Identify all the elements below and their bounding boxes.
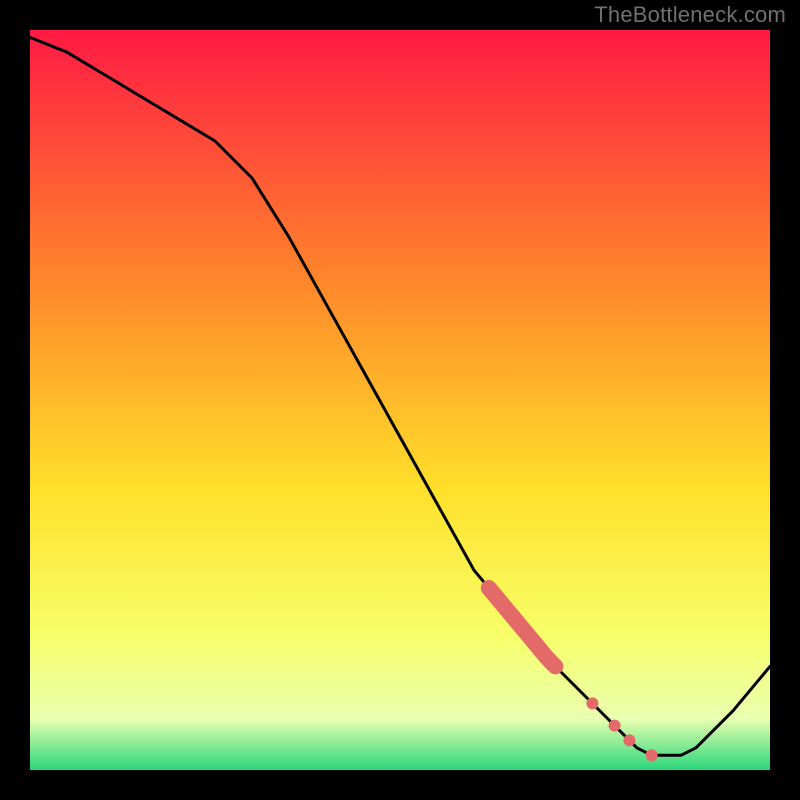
- highlight-dot: [609, 720, 621, 732]
- highlight-dot: [623, 734, 635, 746]
- watermark-text: TheBottleneck.com: [594, 2, 786, 28]
- highlight-dot: [646, 749, 658, 761]
- plot-svg: [30, 30, 770, 770]
- plot-area: [30, 30, 770, 770]
- highlight-dot: [586, 697, 598, 709]
- chart-stage: TheBottleneck.com: [0, 0, 800, 800]
- gradient-background: [30, 30, 770, 770]
